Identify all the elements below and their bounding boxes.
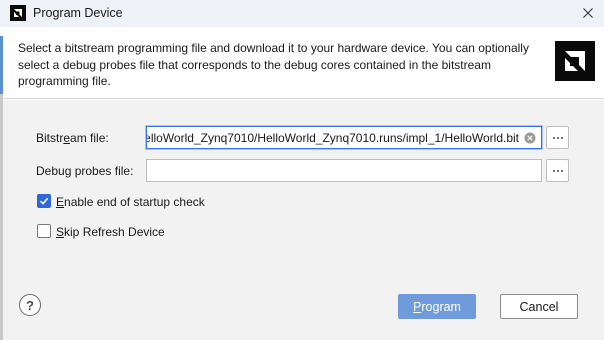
bitstream-file-label: Bitstream file: (36, 131, 109, 145)
debug-probes-file-input[interactable] (146, 159, 542, 182)
skip-refresh-checkbox[interactable] (37, 224, 51, 238)
checkmark-icon (39, 197, 49, 205)
bitstream-file-input[interactable]: C:/HelloWorld_Zynq7010/HelloWorld_Zynq70… (146, 126, 542, 149)
skip-refresh-label[interactable]: Skip Refresh Device (56, 225, 165, 239)
debug-probes-file-label: Debug probes file: (36, 164, 134, 178)
title-bar: Program Device (0, 0, 604, 27)
bitstream-browse-button[interactable] (546, 126, 569, 149)
window-title: Program Device (33, 6, 123, 20)
clear-field-icon[interactable] (524, 132, 536, 144)
debug-probes-browse-button[interactable] (546, 159, 569, 182)
ellipsis-icon (552, 136, 555, 139)
amd-app-icon (10, 5, 26, 21)
amd-logo-icon (555, 41, 595, 81)
bitstream-file-value: C:/HelloWorld_Zynq7010/HelloWorld_Zynq70… (146, 131, 519, 145)
help-button[interactable]: ? (19, 294, 41, 316)
help-icon: ? (26, 297, 34, 313)
cancel-button[interactable]: Cancel (500, 294, 578, 319)
dialog-body: Bitstream file: C:/HelloWorld_Zynq7010/H… (3, 100, 604, 340)
startup-check-checkbox[interactable] (37, 194, 51, 208)
startup-check-label[interactable]: Enable end of startup check (56, 195, 205, 209)
close-icon (583, 7, 593, 21)
dialog-header: Select a bitstream programming file and … (3, 27, 604, 99)
program-button[interactable]: Program (398, 294, 476, 319)
ellipsis-icon (552, 169, 555, 172)
dialog-description: Select a bitstream programming file and … (18, 41, 529, 88)
close-button[interactable] (572, 0, 604, 27)
